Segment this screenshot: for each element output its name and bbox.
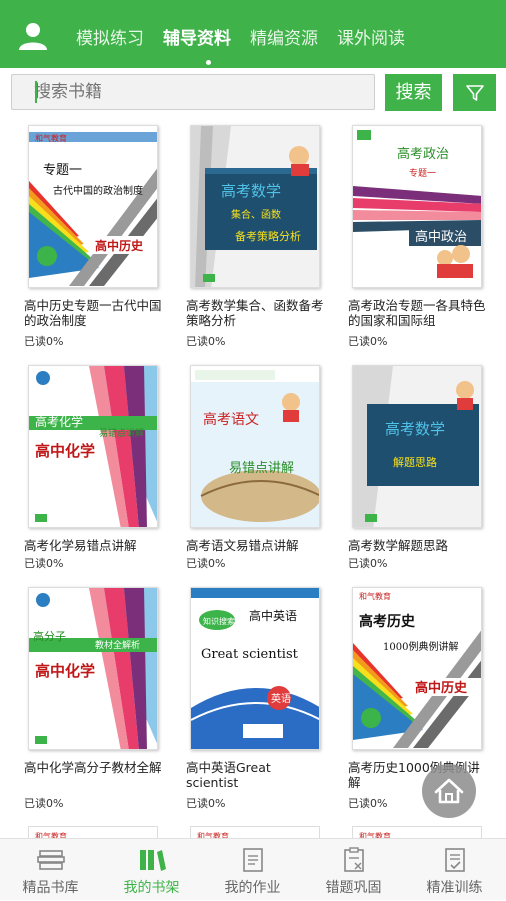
filter-button[interactable] xyxy=(453,74,496,111)
nav-label: 精品书库 xyxy=(22,880,79,896)
search-button[interactable]: 搜索 xyxy=(385,74,442,111)
nav-label: 我的书架 xyxy=(123,880,180,896)
wrong-questions-icon xyxy=(344,847,364,872)
nav-my-homework[interactable]: 我的作业 xyxy=(202,839,303,901)
cover-label: 高中化学 xyxy=(35,662,95,680)
nav-wrong-questions[interactable]: 错题巩固 xyxy=(303,839,404,901)
home-icon xyxy=(434,778,464,804)
cover-sub-text: Great scientist xyxy=(201,647,299,662)
cover-label: 高中历史 xyxy=(95,238,144,253)
book-progress: 已读0% xyxy=(186,557,226,570)
cover-publisher: 和气教育 xyxy=(359,591,391,601)
nav-label: 精准训练 xyxy=(426,880,483,896)
book-cover: 和气教育 专题一 古代中国的政治制度 高中历史 xyxy=(28,125,158,288)
book-cover: 高考政治 专题一 高中政治 xyxy=(352,125,482,288)
book-title: 高考语文易错点讲解 xyxy=(186,538,299,553)
book-title: 高中英语Great scientist xyxy=(186,760,271,790)
homework-icon xyxy=(243,848,263,872)
cover-sub-text: 易错点讲解 xyxy=(99,427,144,439)
training-icon xyxy=(445,848,465,872)
tab-curated-resources[interactable]: 精编资源 xyxy=(250,24,318,49)
book-cover: 知识搜索 高中英语 Great scientist 英语 xyxy=(190,587,320,750)
book-progress: 已读0% xyxy=(186,335,226,348)
book-progress: 已读0% xyxy=(24,335,64,348)
cover-publisher: 和气教育 xyxy=(35,133,67,143)
book-title: 高中化学高分子教材全解 xyxy=(24,760,162,775)
book-progress: 已读0% xyxy=(348,797,388,810)
book-progress: 已读0% xyxy=(186,797,226,810)
nav-label: 错题巩固 xyxy=(325,880,382,896)
book-cover: 高分子 教材全解析 高中化学 xyxy=(28,587,158,750)
book-progress: 已读0% xyxy=(24,797,64,810)
book-title: 高中历史专题一古代中国的政治制度 xyxy=(24,298,162,328)
nav-label: 我的作业 xyxy=(224,880,281,896)
bookshelf-icon xyxy=(140,850,166,871)
top-bar: 模拟练习 辅导资料 精编资源 课外阅读 xyxy=(0,0,506,68)
cover-title: 高考语文 xyxy=(203,411,259,428)
cover-top-text: 专题一 xyxy=(43,163,82,178)
book-cover: 高考数学 集合、函数 备考策略分析 xyxy=(190,125,320,288)
book-title: 高考数学解题思路 xyxy=(348,538,449,553)
cover-title: 高考化学 xyxy=(35,414,83,429)
svg-text:知识搜索: 知识搜索 xyxy=(203,616,235,626)
cover-label: 高中历史 xyxy=(415,680,468,696)
cover-title: 高考数学 xyxy=(385,420,445,438)
book-title: 高考化学易错点讲解 xyxy=(24,538,137,553)
tab-extracurricular-reading[interactable]: 课外阅读 xyxy=(337,24,405,49)
cover-sub-text: 古代中国的政治制度 xyxy=(53,184,143,197)
home-floating-button[interactable] xyxy=(422,764,476,818)
cover-badge: 英语 xyxy=(271,692,291,705)
user-avatar-icon[interactable] xyxy=(18,22,48,50)
cover-sub-text: 专题一 xyxy=(409,167,436,179)
book-cover: 高考化学 易错点讲解 高中化学 xyxy=(28,365,158,528)
cover-title: 高考数学 xyxy=(221,182,281,200)
search-bar: 搜索 xyxy=(10,73,496,113)
nav-premium-library[interactable]: 精品书库 xyxy=(0,839,101,901)
book-progress: 已读0% xyxy=(24,557,64,570)
cover-label: 解题思路 xyxy=(393,455,437,469)
cover-title: 高分子 xyxy=(33,629,66,643)
top-tabs: 模拟练习 辅导资料 精编资源 课外阅读 xyxy=(76,24,424,49)
book-title: 高考数学集合、函数备考策略分析 xyxy=(186,298,324,328)
book-progress: 已读0% xyxy=(348,335,388,348)
cover-label: 易错点讲解 xyxy=(229,461,294,476)
books-stack-icon xyxy=(37,850,65,870)
cover-label: 高中化学 xyxy=(35,442,95,460)
cover-sub-text: 教材全解析 xyxy=(95,639,140,651)
active-tab-indicator xyxy=(206,60,211,65)
cover-sub-text: 1000例典例讲解 xyxy=(383,640,458,653)
book-cover: 高考数学 解题思路 xyxy=(352,365,482,528)
tab-mock-practice[interactable]: 模拟练习 xyxy=(76,24,144,49)
cover-title: 高中英语 xyxy=(249,608,297,623)
cover-title: 高考政治 xyxy=(397,146,449,162)
book-progress: 已读0% xyxy=(348,557,388,570)
cover-label: 高中政治 xyxy=(415,229,467,245)
nav-precise-training[interactable]: 精准训练 xyxy=(404,839,505,901)
filter-icon xyxy=(465,84,484,101)
tab-tutoring-materials[interactable]: 辅导资料 xyxy=(163,24,231,49)
book-cover: 高考语文 易错点讲解 xyxy=(190,365,320,528)
cover-label: 备考策略分析 xyxy=(235,229,301,243)
bottom-nav: 精品书库 我的书架 我的作业 错题巩固 精准训练 xyxy=(0,838,506,900)
text-caret xyxy=(35,81,37,103)
book-title: 高考政治专题一各具特色的国家和国际组 xyxy=(348,298,486,328)
cover-sub-text: 集合、函数 xyxy=(231,208,281,221)
cover-title: 高考历史 xyxy=(359,613,416,630)
search-input[interactable] xyxy=(11,74,375,110)
nav-my-bookshelf[interactable]: 我的书架 xyxy=(101,839,202,901)
book-cover: 和气教育 高考历史 1000例典例讲解 高中历史 xyxy=(352,587,482,750)
